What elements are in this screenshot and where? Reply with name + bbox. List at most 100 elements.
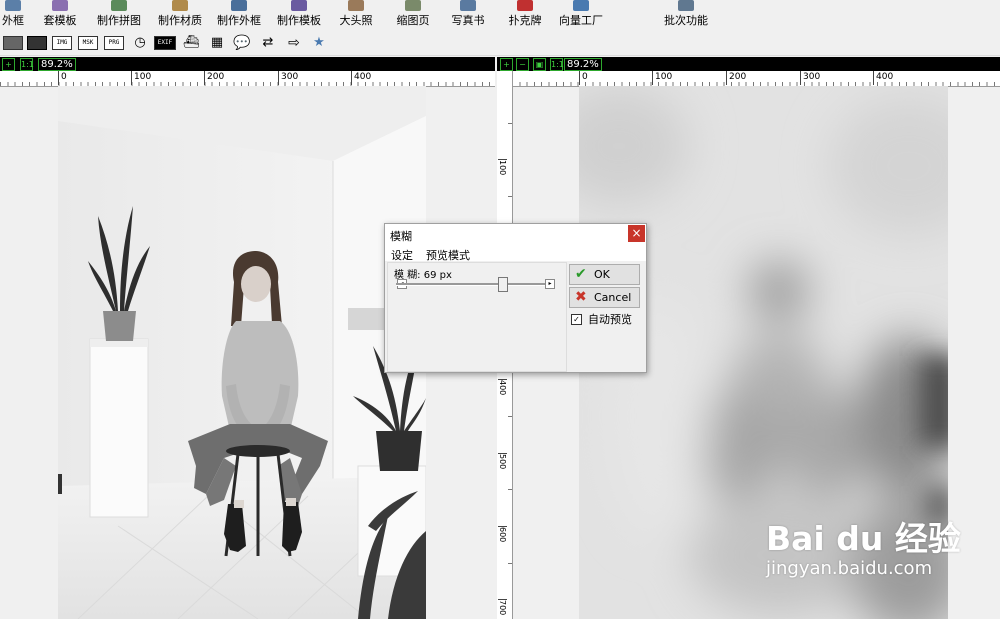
toolbar-texture-button[interactable]: 制作材质 (156, 0, 204, 30)
ruler-label: 100 (652, 71, 672, 85)
toolbar-label: 写真书 (451, 14, 485, 27)
toolbar-poker-button[interactable]: 扑克牌 (507, 0, 543, 30)
prg-mode-button[interactable]: PRG (104, 35, 124, 50)
ruler-label: 400 (498, 379, 507, 396)
baidu-watermark: Bai du 经验 jingyan.baidu.com (766, 512, 961, 579)
cancel-label: Cancel (594, 291, 632, 304)
toolbar-label: 制作外框 (217, 14, 261, 27)
collage-icon (111, 0, 127, 11)
toolbar-make-template-button[interactable]: 制作模板 (275, 0, 323, 30)
slider-increase-icon[interactable]: ▸ (545, 279, 555, 289)
right-view-status-bar: + − ▣ 1:1 89.2% (497, 57, 1000, 71)
toolbar-collage-button[interactable]: 制作拼图 (95, 0, 143, 30)
left-horizontal-ruler: 0 100 200 300 400 (0, 71, 495, 87)
msk-mode-button[interactable]: MSK (78, 35, 98, 50)
exif-button[interactable]: EXIF (154, 35, 176, 50)
clock-icon[interactable]: ◷ (130, 35, 150, 50)
ruler-label: 100 (131, 71, 151, 85)
ruler-label: 200 (726, 71, 746, 85)
ship-icon[interactable]: ⛴ (181, 35, 201, 50)
ruler-label: 200 (204, 71, 224, 85)
ruler-label: 300 (800, 71, 820, 85)
main-toolbar: 外框 套模板 制作拼图 制作材质 制作外框 制作模板 大头照 缩图页 写真书 扑… (0, 0, 1000, 30)
ruler-label: 700 (498, 599, 507, 616)
zoom-readout: 89.2% (564, 58, 602, 71)
frame-icon (5, 0, 21, 11)
ruler-label: 400 (351, 71, 371, 85)
actual-size-icon[interactable]: 1:1 (550, 58, 564, 71)
toolbar-frame-button[interactable]: 外框 (0, 0, 26, 30)
toolbar-id-photo-button[interactable]: 大头照 (338, 0, 374, 30)
right-horizontal-ruler: 0 100 200 300 400 (512, 71, 1000, 87)
ruler-label: 400 (873, 71, 893, 85)
watermark-brand: Bai du 经验 (766, 519, 961, 558)
toolbar-label: 缩图页 (396, 14, 430, 27)
dialog-title: 模糊 (390, 230, 412, 243)
poker-icon (517, 0, 533, 11)
photobook-icon (460, 0, 476, 11)
vector-icon (573, 0, 589, 11)
make-frame-icon (231, 0, 247, 11)
toolbar-make-frame-button[interactable]: 制作外框 (215, 0, 263, 30)
ruler-label: 300 (278, 71, 298, 85)
actual-size-icon[interactable]: 1:1 (20, 58, 34, 71)
ruler-label: 100 (498, 159, 507, 176)
swap-arrows-icon[interactable]: ⇄ (258, 35, 278, 50)
toolbar-label: 批次功能 (664, 14, 708, 27)
toolbar-label: 制作模板 (277, 14, 321, 27)
tab-preview-mode[interactable]: 预览模式 (426, 247, 470, 263)
toolbar-label: 外框 (2, 14, 24, 27)
toolbar-label: 套模板 (43, 14, 77, 27)
frame-icon[interactable] (27, 35, 47, 50)
secondary-toolbar: IMG MSK PRG ◷ EXIF ⛴ ▦ 💬 ⇄ ⇨ ★ (0, 31, 1000, 56)
original-photo (58, 86, 426, 619)
toolbar-label: 制作材质 (158, 14, 202, 27)
batch-icon (678, 0, 694, 11)
calendar-icon[interactable]: ▦ (207, 35, 227, 50)
make-template-icon (291, 0, 307, 11)
id-photo-icon (348, 0, 364, 11)
toolbar-thumbnail-button[interactable]: 缩图页 (395, 0, 431, 30)
cancel-button[interactable]: ✖ Cancel (569, 287, 640, 308)
auto-preview-checkbox[interactable]: ✓ 自动预览 (571, 311, 632, 327)
thumbnail-icon (405, 0, 421, 11)
toolbar-label: 向量工厂 (559, 14, 603, 27)
cross-icon: ✖ (575, 289, 587, 305)
dialog-tabs: 设定 预览模式 (385, 244, 646, 263)
toolbar-photobook-button[interactable]: 写真书 (450, 0, 486, 30)
ruler-label: 500 (498, 453, 507, 470)
toolbar-label: 大头照 (339, 14, 373, 27)
zoom-out-icon[interactable]: − (516, 58, 529, 71)
arrow-right-icon[interactable]: ⇨ (284, 35, 304, 51)
zoom-readout: 89.2% (38, 58, 76, 71)
blur-slider-track[interactable] (396, 283, 554, 286)
dialog-title-bar[interactable]: 模糊 × (385, 224, 646, 244)
zoom-fit-icon[interactable]: ▣ (533, 58, 546, 71)
blur-dialog: 模糊 × 设定 预览模式 模 糊: 69 px ◂ ▸ ✔ OK ✖ Cance… (384, 223, 647, 373)
zoom-in-icon[interactable]: + (500, 58, 513, 71)
ruler-label: 0 (58, 71, 67, 85)
image-icon[interactable] (3, 35, 23, 50)
checkmark-icon: ✔ (575, 266, 587, 282)
template-icon (52, 0, 68, 11)
toolbar-template-button[interactable]: 套模板 (40, 0, 80, 30)
tab-settings[interactable]: 设定 (391, 247, 413, 263)
close-icon[interactable]: × (628, 225, 645, 242)
toolbar-batch-button[interactable]: 批次功能 (662, 0, 710, 30)
ok-button[interactable]: ✔ OK (569, 264, 640, 285)
star-arrow-icon[interactable]: ★ (309, 35, 329, 50)
watermark-url: jingyan.baidu.com (766, 558, 933, 579)
checkbox-check-icon[interactable]: ✓ (571, 313, 582, 325)
auto-preview-label: 自动预览 (588, 313, 632, 326)
speech-bubble-icon[interactable]: 💬 (232, 35, 252, 51)
ok-label: OK (594, 268, 610, 281)
ruler-label: 600 (498, 526, 507, 543)
ruler-label: 0 (579, 71, 588, 85)
texture-icon (172, 0, 188, 11)
toolbar-vector-button[interactable]: 向量工厂 (557, 0, 605, 30)
blur-slider-thumb[interactable] (498, 277, 508, 292)
img-mode-button[interactable]: IMG (52, 35, 72, 50)
zoom-fit-icon[interactable]: + (2, 58, 15, 71)
photo-canvas (58, 86, 426, 619)
left-view-status-bar: + 1:1 89.2% (0, 57, 495, 71)
